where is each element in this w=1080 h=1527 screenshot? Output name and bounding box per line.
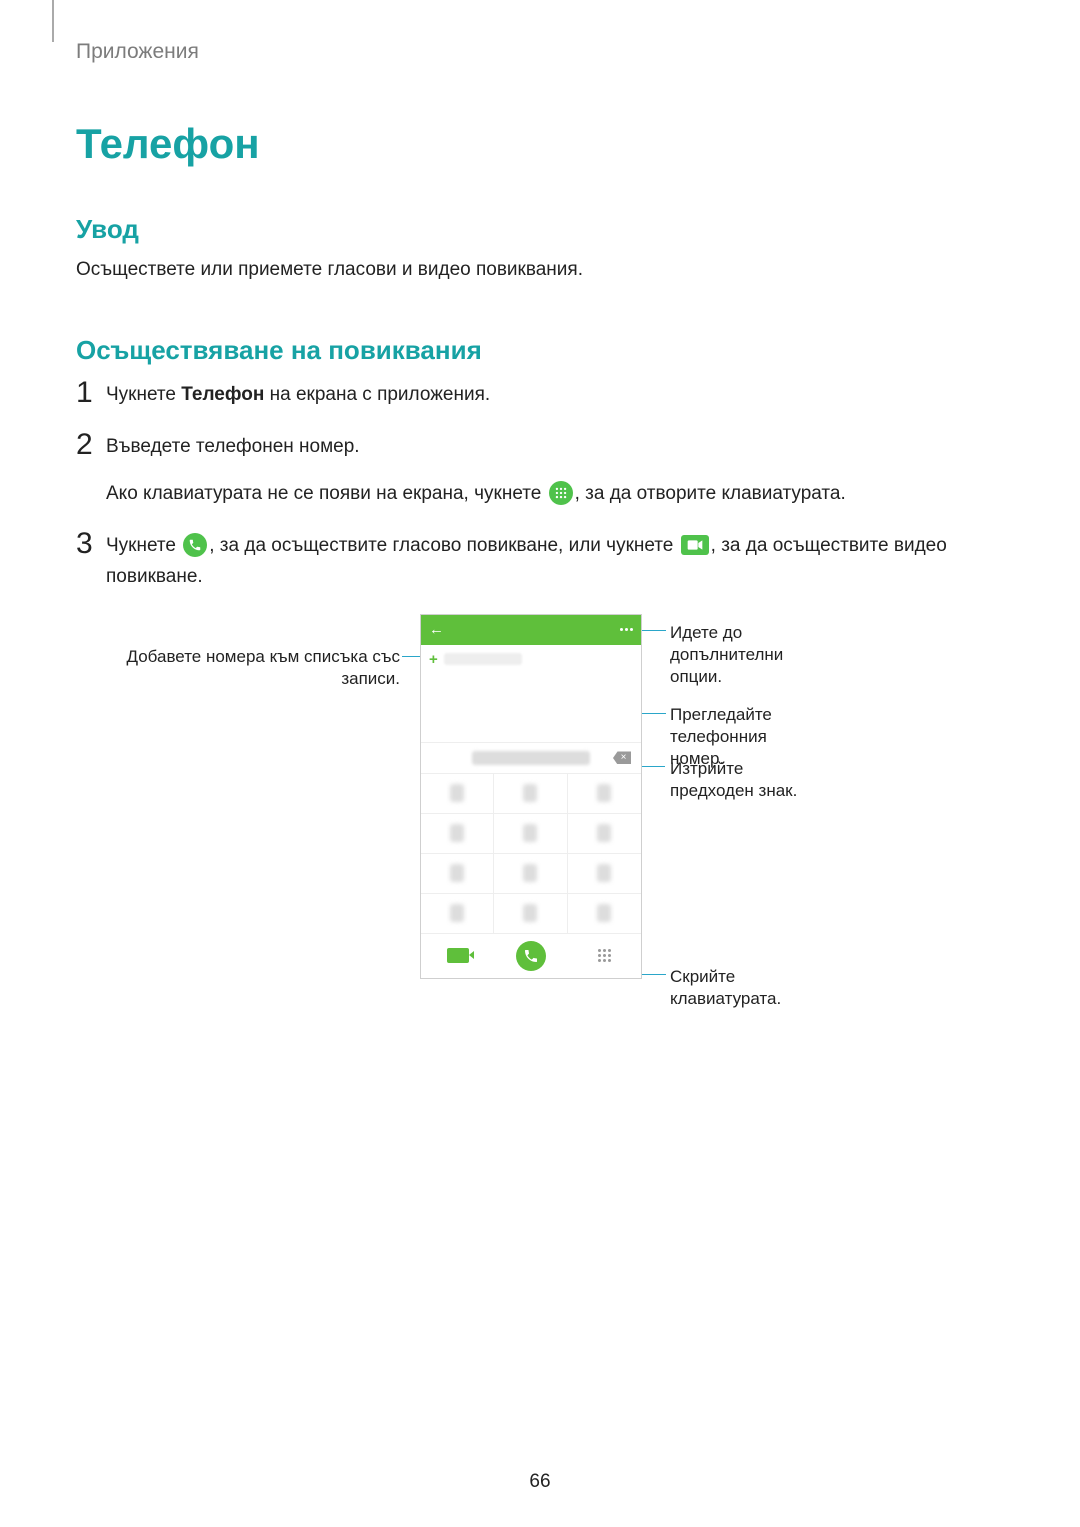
phone-frame: ← + xyxy=(420,614,642,979)
text-bold: Телефон xyxy=(181,384,264,405)
step-number: 1 xyxy=(76,378,106,408)
keypad-key[interactable] xyxy=(494,814,567,854)
text: Въведете телефонен номер. xyxy=(106,432,846,462)
text: , за да осъществите гласово повикване, и… xyxy=(209,535,678,556)
step-body: Чукнете , за да осъществите гласово пови… xyxy=(106,531,1004,592)
text: на екрана с приложения. xyxy=(264,384,490,405)
page-title: Телефон xyxy=(76,120,1004,168)
video-call-icon xyxy=(681,535,709,555)
text: Чукнете xyxy=(106,384,181,405)
blurred-text xyxy=(444,653,522,665)
keypad-key[interactable] xyxy=(494,854,567,894)
add-to-contacts-row[interactable]: + xyxy=(421,645,641,674)
number-display-row xyxy=(421,742,641,774)
blurred-number xyxy=(472,751,590,765)
step-number: 3 xyxy=(76,529,106,559)
annotation-more-options: Идете до допълнителни опции. xyxy=(670,622,810,688)
video-call-button[interactable] xyxy=(421,948,494,963)
keypad-key[interactable] xyxy=(568,894,641,934)
keypad-key[interactable] xyxy=(568,854,641,894)
step-1: 1 Чукнете Телефон на екрана с приложения… xyxy=(76,380,1004,410)
text: Ако клавиатурата не се появи на екрана, … xyxy=(106,483,547,504)
text-line: Ако клавиатурата не се появи на екрана, … xyxy=(106,479,846,509)
annotation-add-contact: Добавете номера към списъка със записи. xyxy=(90,646,400,690)
keypad-key[interactable] xyxy=(421,814,494,854)
keypad-key[interactable] xyxy=(568,774,641,814)
breadcrumb: Приложения xyxy=(76,40,1004,64)
phone-screenshot: Добавете номера към списъка със записи. … xyxy=(270,614,810,1024)
margin-rule xyxy=(52,0,54,42)
backspace-icon[interactable] xyxy=(613,751,631,764)
step-body: Чукнете Телефон на екрана с приложения. xyxy=(106,380,490,410)
section-heading-calls: Осъществяване на повиквания xyxy=(76,335,1004,366)
page-content: Приложения Телефон Увод Осъществете или … xyxy=(0,0,1080,1024)
call-icon xyxy=(183,533,207,557)
phone-spacer xyxy=(421,674,641,742)
call-button[interactable] xyxy=(494,941,567,971)
keypad-key[interactable] xyxy=(494,894,567,934)
step-number: 2 xyxy=(76,430,106,460)
intro-text: Осъществете или приемете гласови и видео… xyxy=(76,259,1004,281)
section-heading-intro: Увод xyxy=(76,214,1004,245)
annotation-line xyxy=(638,630,666,631)
annotation-hide-keypad: Скрийте клавиатурата. xyxy=(670,966,810,1010)
keypad-icon xyxy=(549,481,573,505)
annotation-delete-char: Изтрийте предходен знак. xyxy=(670,758,810,802)
text: , за да отворите клавиатурата. xyxy=(575,483,846,504)
keypad-key[interactable] xyxy=(421,854,494,894)
phone-bottom-row xyxy=(421,934,641,978)
text: Чукнете xyxy=(106,535,181,556)
step-2: 2 Въведете телефонен номер. Ако клавиату… xyxy=(76,432,1004,509)
step-3: 3 Чукнете , за да осъществите гласово по… xyxy=(76,531,1004,592)
step-body: Въведете телефонен номер. Ако клавиатура… xyxy=(106,432,846,509)
keypad-key[interactable] xyxy=(494,774,567,814)
more-options-icon[interactable] xyxy=(620,628,633,631)
hide-keypad-button[interactable] xyxy=(568,949,641,962)
keypad xyxy=(421,774,641,934)
keypad-key[interactable] xyxy=(421,774,494,814)
plus-icon: + xyxy=(429,651,438,668)
keypad-key[interactable] xyxy=(568,814,641,854)
back-icon[interactable]: ← xyxy=(429,621,444,638)
phone-topbar: ← xyxy=(421,615,641,645)
keypad-key[interactable] xyxy=(421,894,494,934)
page-number: 66 xyxy=(0,1471,1080,1493)
